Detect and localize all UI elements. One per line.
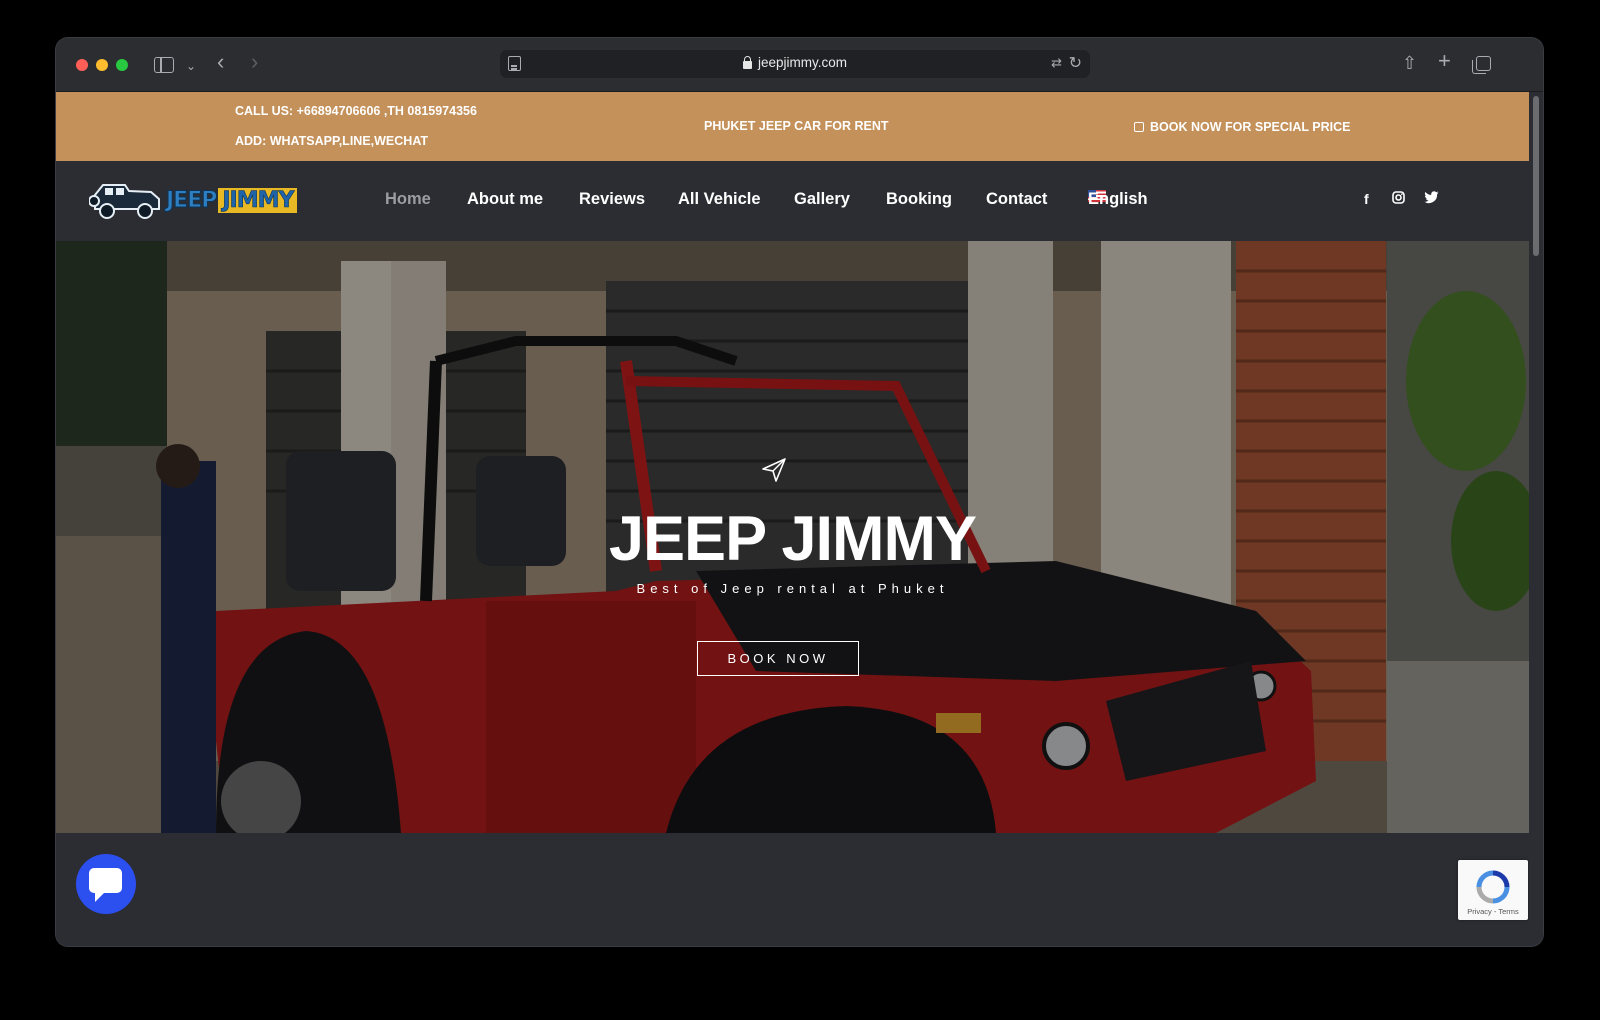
maximize-window-button[interactable] — [116, 59, 128, 71]
close-window-button[interactable] — [76, 59, 88, 71]
lock-icon — [743, 56, 752, 69]
address-url[interactable]: jeepjimmy.com — [758, 55, 847, 70]
sidebar-toggle-icon[interactable] — [154, 57, 174, 73]
twitter-icon[interactable] — [1424, 191, 1439, 207]
site-logo[interactable]: JEEP JIMMY — [89, 177, 319, 223]
nav-item-reviews[interactable]: Reviews — [579, 190, 645, 209]
instagram-icon[interactable] — [1392, 191, 1405, 207]
hero-subtitle: Best of Jeep rental at Phuket — [636, 581, 949, 596]
forward-arrow-icon[interactable]: › — [251, 50, 258, 74]
reload-icon[interactable]: ↻ — [1069, 53, 1082, 73]
chat-button[interactable] — [76, 854, 136, 914]
nav-item-booking[interactable]: Booking — [886, 190, 952, 209]
address-bar[interactable]: jeepjimmy.com ⇄ ↻ — [500, 50, 1090, 78]
recaptcha-badge[interactable]: Privacy - Terms — [1458, 860, 1528, 920]
minimize-window-button[interactable] — [96, 59, 108, 71]
below-hero-section: Privacy - Terms — [56, 833, 1529, 946]
back-arrow-icon[interactable]: ‹ — [217, 50, 224, 74]
main-navigation: JEEP JIMMY Home About me Reviews All Vehi… — [56, 161, 1529, 241]
nav-item-contact[interactable]: Contact — [986, 190, 1047, 209]
language-label: English — [1088, 190, 1148, 208]
tagline-text: PHUKET JEEP CAR FOR RENT — [704, 119, 889, 133]
book-special-price-link[interactable]: BOOK NOW FOR SPECIAL PRICE — [1134, 120, 1350, 134]
logo-text: JEEP JIMMY — [164, 188, 298, 214]
translate-icon[interactable]: ⇄ — [1051, 55, 1062, 71]
jeep-logo-icon — [89, 184, 160, 219]
logo-word-jimmy: JIMMY — [218, 188, 298, 213]
hero-banner: JEEP JIMMY Best of Jeep rental at Phuket… — [56, 241, 1529, 833]
add-contact-text: ADD: WHATSAPP,LINE,WECHAT — [235, 134, 429, 148]
page-scrollbar[interactable] — [1529, 92, 1543, 946]
book-now-button[interactable]: BOOK NOW — [697, 641, 859, 676]
logo-word-jeep: JEEP — [165, 188, 217, 214]
new-tab-icon[interactable]: + — [1438, 49, 1451, 73]
browser-window: ⌄ ‹ › jeepjimmy.com ⇄ ↻ ⇧ + CALL US: +66… — [56, 38, 1543, 946]
browser-toolbar: ⌄ ‹ › jeepjimmy.com ⇄ ↻ ⇧ + — [56, 38, 1543, 92]
call-us-text: CALL US: +66894706606 ,TH 0815974356 — [235, 104, 477, 118]
recaptcha-icon — [1476, 870, 1510, 904]
nav-item-gallery[interactable]: Gallery — [794, 190, 850, 209]
calendar-icon — [1134, 122, 1144, 132]
nav-item-home[interactable]: Home — [385, 190, 431, 209]
nav-item-all-vehicle[interactable]: All Vehicle — [678, 190, 761, 209]
share-icon[interactable]: ⇧ — [1402, 51, 1417, 75]
web-page: CALL US: +66894706606 ,TH 0815974356 ADD… — [56, 92, 1529, 946]
hero-title: JEEP JIMMY — [609, 504, 977, 574]
scrollbar-thumb[interactable] — [1533, 96, 1539, 256]
book-special-price-label: BOOK NOW FOR SPECIAL PRICE — [1150, 120, 1351, 134]
paper-plane-icon — [762, 458, 786, 482]
recaptcha-privacy-terms[interactable]: Privacy - Terms — [1458, 907, 1528, 916]
nav-item-about-me[interactable]: About me — [467, 190, 543, 209]
chevron-down-icon[interactable]: ⌄ — [186, 54, 196, 78]
top-info-bar: CALL US: +66894706606 ,TH 0815974356 ADD… — [56, 92, 1529, 161]
page-menu-icon[interactable] — [508, 56, 521, 71]
chat-bubble-icon — [89, 868, 122, 902]
facebook-icon[interactable]: f — [1364, 191, 1369, 207]
tab-overview-icon[interactable] — [1472, 56, 1491, 74]
